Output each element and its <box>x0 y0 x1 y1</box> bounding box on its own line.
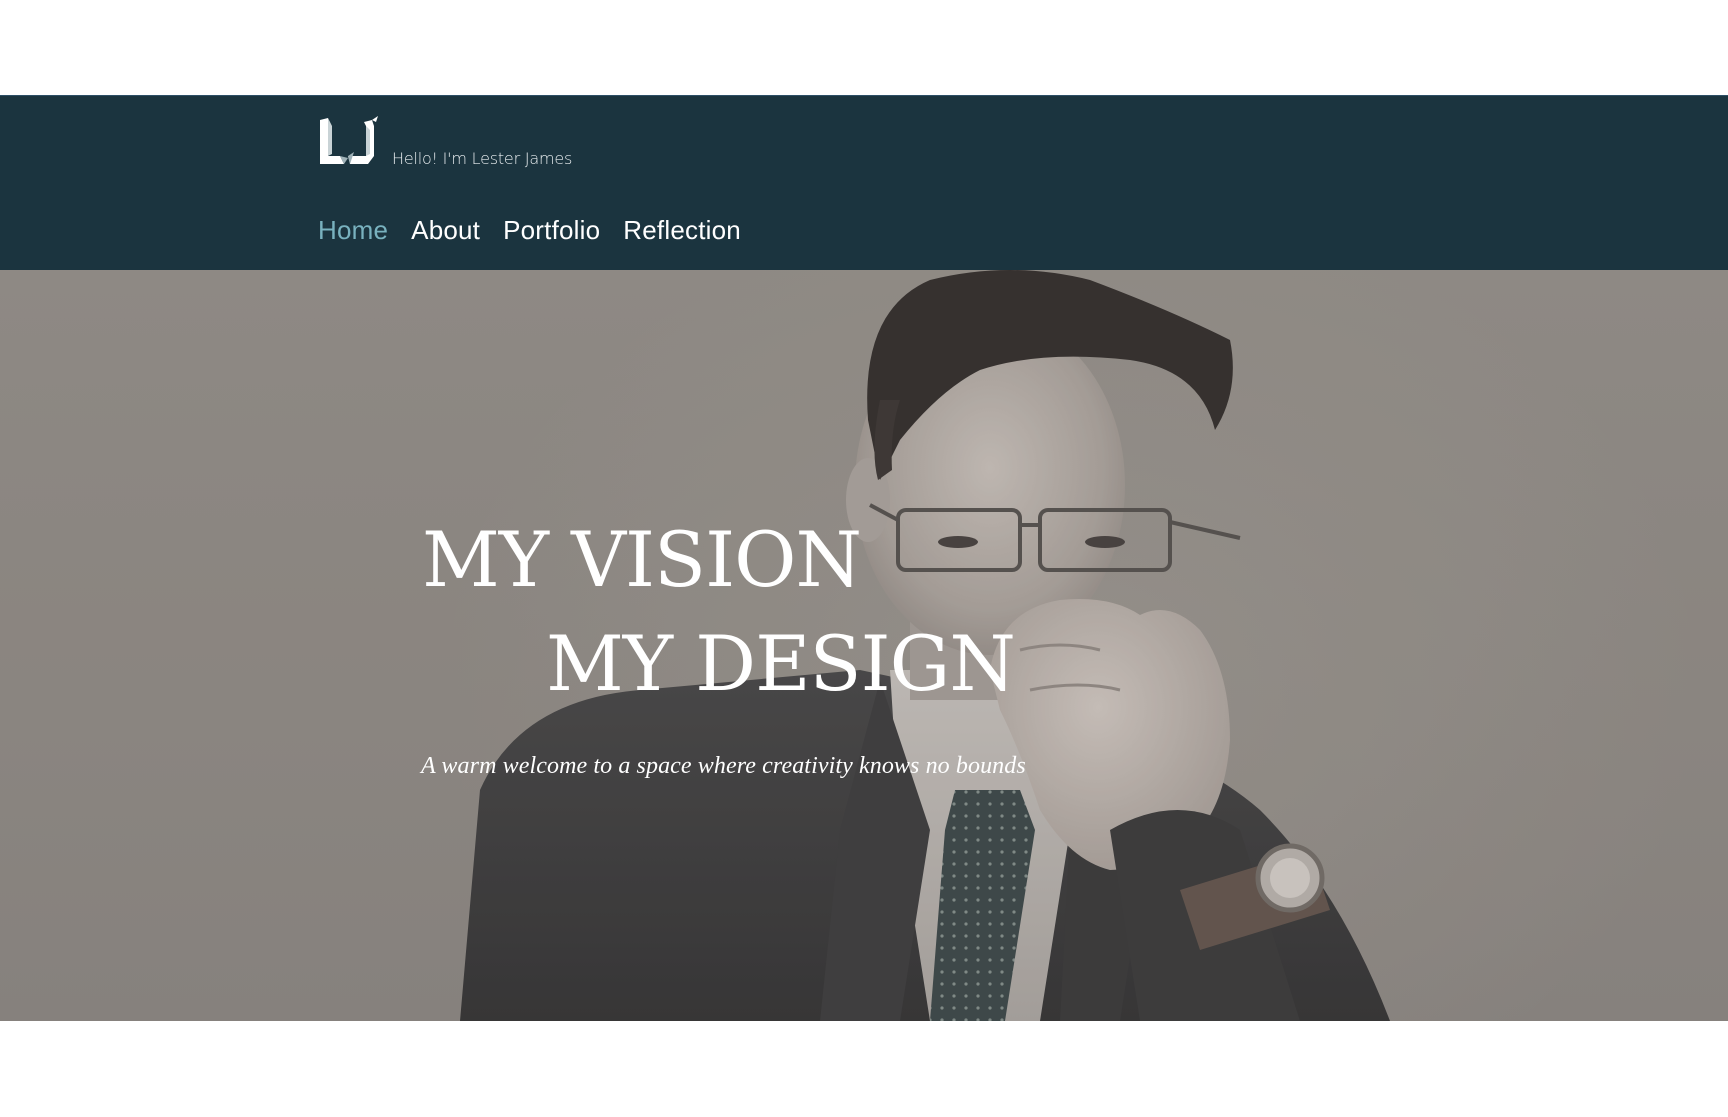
hero-headline-line2: MY DESIGN <box>546 619 1016 708</box>
hero-section: MY VISION MY DESIGN A warm welcome to a … <box>0 270 1728 1021</box>
hero-tagline: A warm welcome to a space where creativi… <box>421 753 1026 779</box>
hero-headline-line1: MY VISION <box>422 515 862 604</box>
nav-item-portfolio[interactable]: Portfolio <box>503 214 600 246</box>
site-header: Hello! I'm Lester James Home About Portf… <box>0 95 1728 270</box>
nav-item-home[interactable]: Home <box>318 214 388 246</box>
nav-item-about[interactable]: About <box>411 214 480 246</box>
brand[interactable]: Hello! I'm Lester James <box>318 116 572 168</box>
nav-item-reflection[interactable]: Reflection <box>623 214 741 246</box>
page: Hello! I'm Lester James Home About Portf… <box>0 0 1728 1117</box>
main-nav: Home About Portfolio Reflection <box>318 214 764 246</box>
lj-monogram-logo-icon[interactable] <box>318 116 380 168</box>
greeting-text: Hello! I'm Lester James <box>392 149 573 168</box>
